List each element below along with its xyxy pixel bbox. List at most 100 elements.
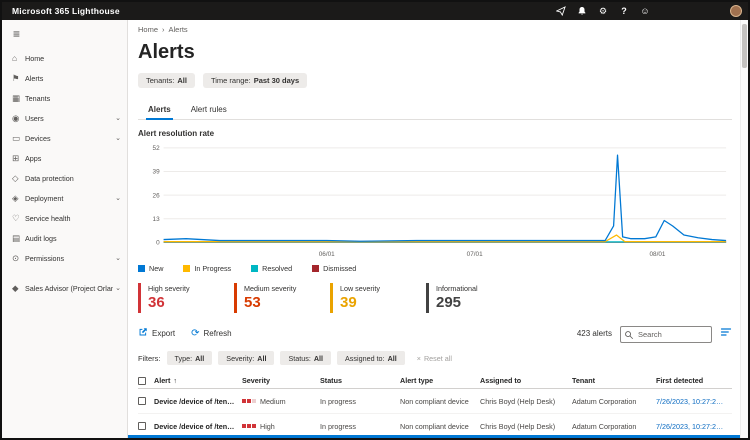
sidebar-item-home[interactable]: ⌂ Home: [2, 48, 127, 68]
app-window: Microsoft 365 Lighthouse ⚙ ? ☺ ≡ ⌂ Home …: [0, 0, 750, 440]
page-title: Alerts: [138, 41, 195, 63]
card-value: 36: [148, 294, 165, 311]
feedback-smiley-icon[interactable]: ☺: [639, 5, 651, 17]
filter-status-label: Status:: [288, 353, 311, 363]
legend-label: New: [149, 264, 164, 273]
chart-title: Alert resolution rate: [138, 129, 215, 138]
nav-menu-toggle[interactable]: ≡: [2, 26, 127, 48]
legend-item: Dismissed: [312, 264, 356, 273]
time-range-pill[interactable]: Time range: Past 30 days: [202, 73, 308, 88]
legend-label: Resolved: [262, 264, 293, 273]
vertical-scrollbar[interactable]: [740, 20, 748, 438]
sidebar-item-label: Deployment: [25, 193, 64, 203]
legend-swatch: [312, 265, 320, 272]
filter-severity[interactable]: Severity: All: [218, 351, 275, 365]
refresh-button[interactable]: ⟳ Refresh: [191, 328, 232, 339]
user-avatar[interactable]: [730, 5, 742, 17]
sidebar-item-service-health[interactable]: ♡ Service health: [2, 208, 127, 228]
sidebar-item-devices[interactable]: ▭ Devices ⌄: [2, 128, 127, 148]
alert-resolution-chart: 0 13 26 39 52 06/01 07/01 08/01: [138, 140, 732, 262]
sidebar-item-users[interactable]: ◉ Users ⌄: [2, 108, 127, 128]
reset-label: Reset all: [423, 353, 452, 363]
refresh-label: Refresh: [203, 329, 232, 338]
card-label: Medium severity: [244, 284, 297, 293]
sidebar-item-data-protection[interactable]: ◇ Data protection: [2, 168, 127, 188]
low-severity-card: Low severity 39: [330, 283, 416, 313]
filter-status-value: All: [313, 353, 323, 363]
chevron-down-icon: ⌄: [115, 115, 121, 122]
row-checkbox[interactable]: [138, 397, 146, 405]
tab-alert-rules[interactable]: Alert rules: [181, 101, 237, 119]
column-header-first-detected[interactable]: First detected: [656, 376, 732, 385]
alert-count: 423 alerts: [576, 329, 612, 338]
filter-assigned-to[interactable]: Assigned to: All: [337, 351, 405, 365]
announcement-icon[interactable]: [555, 5, 567, 17]
shield-icon: ◇: [12, 172, 19, 183]
chevron-down-icon: ⌄: [115, 195, 121, 202]
sales-advisor-icon: ◆: [12, 282, 19, 293]
service-health-icon: ♡: [12, 212, 20, 223]
breadcrumb-home-link[interactable]: Home: [138, 25, 158, 34]
cell-severity: Medium: [242, 397, 320, 406]
tenants-scope-pill[interactable]: Tenants: All: [138, 73, 195, 88]
sort-asc-icon: ↑: [173, 378, 177, 385]
reset-all-button[interactable]: × Reset all: [417, 354, 452, 363]
table-row[interactable]: Device /device of /tenant is n... Medium…: [138, 389, 732, 414]
filter-panel-icon[interactable]: [720, 325, 732, 343]
sidebar-item-tenants[interactable]: ▦ Tenants: [2, 88, 127, 108]
severity-text: Medium: [260, 396, 286, 406]
tab-strip: Alerts Alert rules: [138, 101, 732, 120]
sidebar-nav: ≡ ⌂ Home ⚑ Alerts ▦ Tenants ◉ Users ⌄ ▭ …: [2, 20, 128, 438]
svg-text:52: 52: [153, 145, 161, 152]
legend-item: Resolved: [251, 264, 292, 273]
filter-type[interactable]: Type: All: [166, 351, 213, 365]
breadcrumb: Home › Alerts: [138, 25, 732, 34]
filter-severity-label: Severity:: [226, 353, 255, 363]
column-header-assigned-to[interactable]: Assigned to: [480, 376, 572, 385]
svg-text:0: 0: [156, 240, 160, 247]
sidebar-item-alerts[interactable]: ⚑ Alerts: [2, 68, 127, 88]
sidebar-item-permissions[interactable]: ⊙ Permissions ⌄: [2, 248, 127, 268]
scrollbar-thumb[interactable]: [742, 24, 747, 68]
filter-status[interactable]: Status: All: [280, 351, 331, 365]
column-header-severity[interactable]: Severity: [242, 376, 320, 385]
help-icon[interactable]: ?: [618, 5, 630, 17]
sidebar-item-apps[interactable]: ⊞ Apps: [2, 148, 127, 168]
svg-text:13: 13: [153, 216, 161, 223]
sidebar-item-label: Audit logs: [25, 233, 57, 243]
row-checkbox[interactable]: [138, 422, 146, 430]
legend-swatch: [183, 265, 191, 272]
export-button[interactable]: Export: [138, 327, 175, 340]
apps-icon: ⊞: [12, 152, 20, 163]
sidebar-item-label: Apps: [25, 153, 42, 163]
select-all-checkbox[interactable]: [138, 376, 146, 385]
severity-text: High: [260, 421, 275, 431]
sidebar-item-label: Home: [25, 53, 45, 63]
cell-status: In progress: [320, 421, 356, 431]
cell-assigned-to: Chris Boyd (Help Desk): [480, 396, 556, 406]
filter-assigned-label: Assigned to:: [345, 353, 385, 363]
permissions-icon: ⊙: [12, 252, 20, 263]
cell-alert-type: Non compliant device: [400, 396, 469, 406]
deployment-icon: ◈: [12, 192, 19, 203]
cell-alert-type: Non compliant device: [400, 421, 469, 431]
sidebar-item-deployment[interactable]: ◈ Deployment ⌄: [2, 188, 127, 208]
settings-gear-icon[interactable]: ⚙: [597, 5, 609, 17]
cell-alert-name: Device /device of /tenant is n...: [154, 421, 242, 431]
search-icon: [624, 327, 634, 345]
chevron-down-icon: ⌄: [115, 285, 121, 292]
sidebar-item-sales-advisor[interactable]: ◆ Sales Advisor (Project Orland) ⌄: [2, 278, 127, 298]
card-label: Low severity: [340, 284, 380, 293]
search-box: [620, 324, 712, 343]
sidebar-item-label: Sales Advisor (Project Orland): [25, 283, 114, 293]
notifications-bell-icon[interactable]: [576, 5, 588, 17]
time-range-value: Past 30 days: [253, 76, 300, 85]
cell-tenant: Adatum Corporation: [572, 421, 637, 431]
column-header-status[interactable]: Status: [320, 376, 400, 385]
column-header-alert[interactable]: Alert ↑: [154, 376, 242, 385]
time-range-label: Time range:: [210, 76, 251, 85]
tab-alerts[interactable]: Alerts: [138, 101, 181, 120]
sidebar-item-audit-logs[interactable]: ▤ Audit logs: [2, 228, 127, 248]
column-header-alert-type[interactable]: Alert type: [400, 376, 480, 385]
column-header-tenant[interactable]: Tenant: [572, 376, 656, 385]
